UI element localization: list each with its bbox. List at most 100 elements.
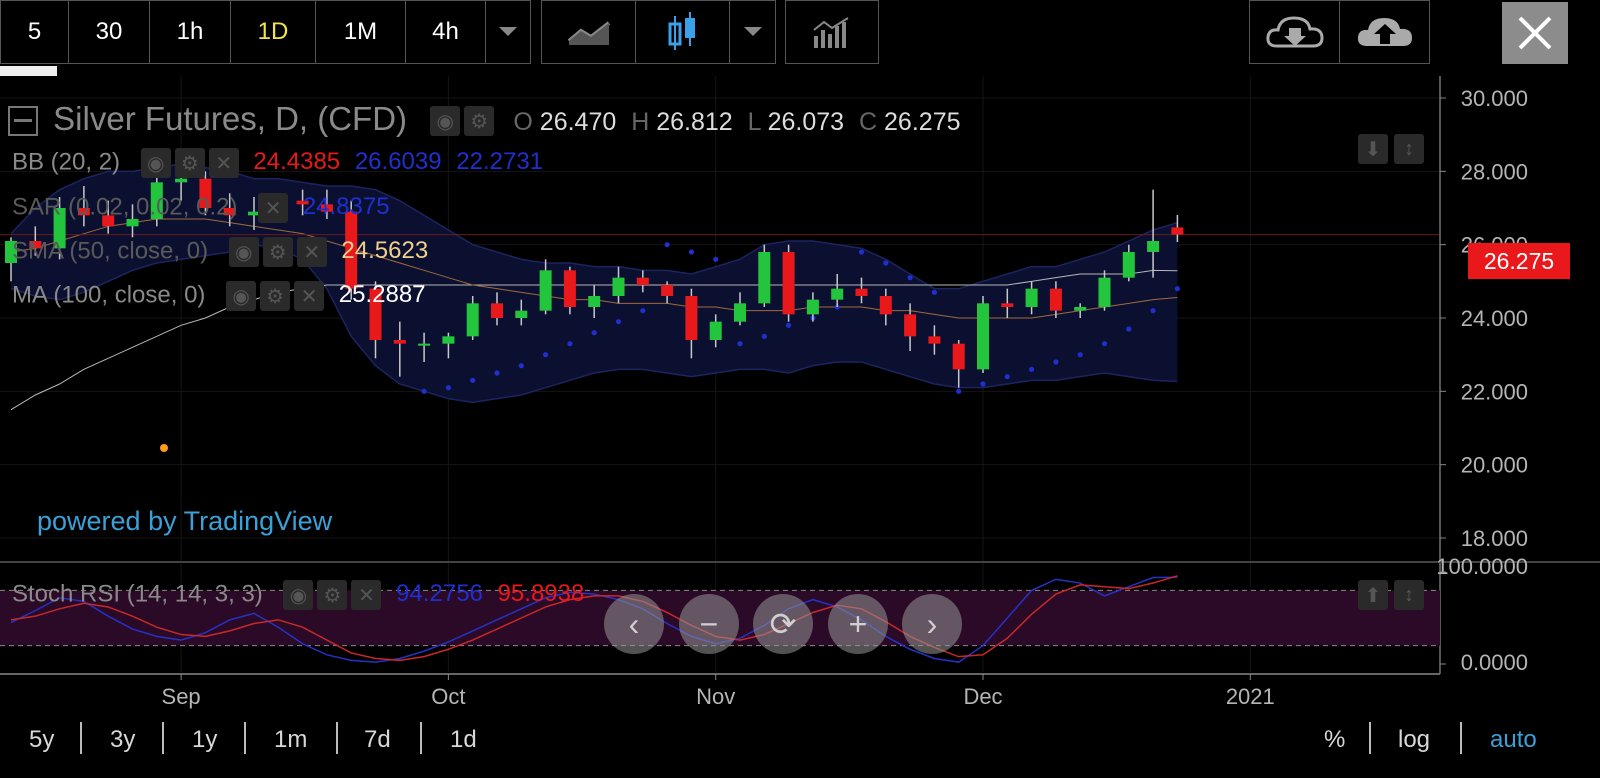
open-value: 26.470 (539, 108, 617, 136)
sma-value: 24.5623 (341, 237, 429, 265)
candle-body (612, 277, 625, 296)
gear-icon[interactable]: ⚙ (262, 237, 293, 267)
candle-body (418, 343, 431, 346)
candlestick-icon (668, 12, 695, 50)
gear-icon[interactable]: ⚙ (464, 106, 495, 137)
range-1y-button[interactable]: 1y (192, 726, 217, 754)
sma-legend: SMA (50, close, 0) ◉ ⚙ ✕ 24.5623 (12, 237, 428, 267)
stoch-k-value: 94.2756 (396, 580, 483, 608)
interval-1d-button[interactable]: 1D (231, 1, 316, 63)
symbol-title: Silver Futures, D, (CFD) (53, 100, 408, 137)
chart-scroll-handle[interactable] (0, 66, 57, 76)
candle-body (782, 252, 795, 315)
gear-icon[interactable]: ⚙ (317, 580, 348, 610)
auto-scale-button[interactable]: auto (1490, 726, 1537, 754)
arrows-vertical-icon[interactable]: ↕ (1394, 580, 1424, 610)
interval-dropdown-button[interactable] (486, 1, 530, 63)
interval-30-button[interactable]: 30 (69, 1, 150, 63)
time-tick-label: Nov (696, 684, 735, 709)
candle-body (588, 296, 601, 307)
interval-group: 5 30 1h 1D 1M 4h (0, 0, 531, 64)
range-5y-button[interactable]: 5y (29, 726, 54, 754)
sar-dot (518, 363, 524, 369)
range-3y-button[interactable]: 3y (110, 726, 135, 754)
stoch-legend: Stoch RSI (14, 14, 3, 3) ◉ ⚙ ✕ 94.2756 95.… (12, 580, 584, 610)
percent-scale-button[interactable]: % (1324, 726, 1345, 754)
range-1m-button[interactable]: 1m (274, 726, 307, 754)
interval-1h-button[interactable]: 1h (150, 1, 231, 63)
sar-value: 24.8375 (302, 193, 390, 221)
price-tick-label: 22.000 (1461, 379, 1528, 404)
interval-1m-button[interactable]: 1M (316, 1, 406, 63)
sar-dot (445, 385, 451, 391)
arrow-down-icon[interactable]: ⬇ (1358, 134, 1388, 164)
sar-dot (1150, 308, 1156, 314)
close-icon[interactable]: ✕ (351, 580, 382, 610)
sar-dot (1077, 352, 1083, 358)
main-pane-controls: ⬇ ↕ (1358, 134, 1424, 164)
interval-4h-button[interactable]: 4h (406, 1, 486, 63)
candle-body (758, 252, 771, 304)
arrow-up-icon[interactable]: ⬆ (1358, 580, 1388, 610)
bb-basis-value: 24.4385 (253, 148, 341, 176)
ma-value: 25.2887 (338, 281, 426, 309)
cloud-upload-button[interactable] (1340, 1, 1429, 63)
divider (80, 722, 82, 754)
candle-body (709, 321, 722, 340)
interval-5-button[interactable]: 5 (1, 1, 69, 63)
zoom-out-button[interactable]: − (679, 594, 739, 654)
range-7d-button[interactable]: 7d (364, 726, 391, 754)
candle-body (539, 270, 552, 311)
range-1d-button[interactable]: 1d (450, 726, 477, 754)
sar-dot (1029, 366, 1035, 372)
candle-body (831, 288, 844, 300)
sar-dot (615, 319, 622, 325)
zoom-in-button[interactable]: + (828, 594, 888, 654)
eye-icon[interactable]: ◉ (430, 106, 461, 137)
close-icon[interactable]: ✕ (258, 193, 289, 223)
cloud-group (1249, 0, 1430, 64)
event-marker (160, 444, 168, 452)
style-dropdown-button[interactable] (730, 1, 775, 63)
gear-icon[interactable]: ⚙ (260, 281, 291, 311)
tradingview-watermark[interactable]: powered by TradingView (37, 506, 332, 537)
gear-icon[interactable]: ⚙ (174, 148, 205, 178)
indicators-button[interactable] (786, 1, 878, 63)
indicators-group (785, 0, 879, 64)
close-icon[interactable]: ✕ (296, 237, 327, 267)
scroll-right-button[interactable]: › (902, 594, 962, 654)
price-tick-label: 24.000 (1461, 306, 1528, 331)
candle-body (904, 314, 917, 337)
candle-body (1001, 303, 1014, 307)
line-style-button[interactable] (542, 1, 636, 63)
bb-legend: BB (20, 2) ◉ ⚙ ✕ 24.4385 26.6039 22.2731 (12, 148, 543, 178)
top-toolbar: 5 30 1h 1D 1M 4h (0, 0, 1600, 66)
log-scale-button[interactable]: log (1398, 726, 1430, 754)
eye-icon[interactable]: ◉ (228, 237, 259, 267)
close-icon[interactable]: ✕ (294, 281, 325, 311)
candle-body (1171, 227, 1184, 235)
close-button[interactable] (1502, 2, 1568, 64)
eye-icon[interactable]: ◉ (283, 580, 314, 610)
sar-dot (543, 352, 549, 358)
close-icon (1518, 16, 1552, 50)
low-label: L (747, 108, 761, 136)
arrows-vertical-icon[interactable]: ↕ (1394, 134, 1424, 164)
collapse-icon[interactable] (8, 106, 38, 137)
close-icon[interactable]: ✕ (208, 148, 239, 178)
sar-dot (931, 289, 938, 295)
candle-style-button[interactable] (636, 1, 730, 63)
symbol-controls: ◉ ⚙ (430, 106, 495, 137)
divider (1369, 722, 1371, 754)
chevron-down-icon (499, 27, 517, 36)
scroll-left-button[interactable]: ‹ (604, 594, 664, 654)
reset-button[interactable]: ⟳ (753, 594, 813, 654)
price-chart[interactable]: 30.00028.00026.00024.00022.00020.00018.0… (0, 76, 1600, 776)
candle-body (636, 277, 649, 285)
candle-body (393, 340, 406, 344)
eye-icon[interactable]: ◉ (140, 148, 171, 178)
eye-icon[interactable]: ◉ (226, 281, 257, 311)
sar-dot (591, 330, 597, 336)
cloud-download-button[interactable] (1250, 1, 1340, 63)
candle-body (491, 303, 503, 318)
